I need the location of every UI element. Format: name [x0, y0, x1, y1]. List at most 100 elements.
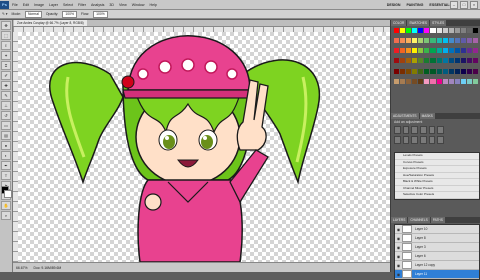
eraser-icon[interactable]: ▭ — [1, 121, 11, 130]
color-swatch[interactable] — [442, 78, 448, 84]
color-swatch[interactable] — [400, 38, 406, 44]
color-swatch[interactable] — [436, 78, 442, 84]
color-swatch[interactable] — [418, 38, 424, 44]
menu-filter[interactable]: Filter — [78, 3, 86, 7]
color-swatch[interactable] — [448, 78, 454, 84]
color-swatch[interactable] — [448, 48, 454, 54]
color-swatch[interactable] — [448, 28, 454, 33]
color-swatch[interactable] — [394, 28, 400, 33]
color-swatch[interactable] — [466, 78, 472, 84]
zoom-icon[interactable]: ⌕ — [1, 211, 11, 220]
layer-row[interactable]: ◉ Layer 8 — [395, 234, 479, 243]
move-icon[interactable]: ✥ — [1, 21, 11, 30]
color-swatch[interactable] — [454, 28, 460, 33]
color-swatch[interactable] — [472, 68, 478, 74]
color-swatch[interactable] — [442, 48, 448, 54]
close-icon[interactable]: × — [470, 1, 478, 9]
color-swatch[interactable] — [460, 58, 466, 64]
marquee-icon[interactable]: ⬚ — [1, 31, 11, 40]
color-swatch[interactable] — [394, 58, 400, 64]
tab-color[interactable]: COLOR — [391, 20, 407, 26]
menu-3d[interactable]: 3D — [109, 3, 114, 7]
curves-icon[interactable] — [411, 126, 418, 134]
color-swatch[interactable] — [400, 68, 406, 74]
color-swatch[interactable] — [418, 78, 424, 84]
color-swatch[interactable] — [442, 58, 448, 64]
exposure-icon[interactable] — [419, 126, 427, 134]
wand-icon[interactable]: ✦ — [1, 51, 11, 60]
color-swatch[interactable] — [406, 78, 412, 84]
brightness-icon[interactable] — [394, 126, 401, 134]
stamp-icon[interactable]: ⊥ — [1, 101, 11, 110]
color-swatch[interactable] — [466, 38, 472, 44]
color-swatch[interactable] — [454, 38, 460, 44]
color-swatch[interactable] — [454, 58, 460, 64]
eye-icon[interactable]: ◉ — [396, 272, 401, 277]
history-brush-icon[interactable]: ↺ — [1, 111, 11, 120]
color-swatch[interactable] — [436, 48, 442, 54]
color-swatch[interactable] — [412, 78, 418, 84]
color-swatch[interactable] — [442, 38, 448, 44]
maximize-icon[interactable]: □ — [460, 1, 468, 9]
document-tab[interactable]: Zoe Andes Cosplay @ 66.7% (Layer 8, RGB/… — [14, 20, 87, 26]
color-swatch[interactable] — [424, 48, 430, 54]
color-swatch[interactable] — [454, 48, 460, 54]
color-swatch[interactable] — [394, 48, 400, 54]
menu-window[interactable]: Window — [132, 3, 145, 7]
color-swatch[interactable] — [466, 48, 472, 54]
mode-select[interactable]: Normal — [24, 10, 42, 18]
color-swatch[interactable] — [430, 38, 436, 44]
color-swatch[interactable] — [424, 68, 430, 74]
color-swatch[interactable] — [442, 28, 448, 33]
eye-icon[interactable]: ◉ — [396, 245, 401, 250]
layer-row[interactable]: ◉ Layer 10 — [395, 225, 479, 234]
menu-file[interactable]: File — [12, 3, 18, 7]
color-swatch[interactable] — [436, 28, 442, 33]
color-swatch[interactable] — [406, 28, 412, 33]
tab-layers[interactable]: LAYERS — [391, 217, 408, 223]
color-swatch[interactable] — [406, 68, 412, 74]
gradient-icon[interactable]: ▤ — [1, 131, 11, 140]
color-swatch[interactable] — [460, 68, 466, 74]
tab-channels[interactable]: CHANNELS — [408, 217, 430, 223]
color-swatch[interactable] — [472, 28, 478, 33]
color-swatch[interactable] — [460, 38, 466, 44]
channel-mixer-icon[interactable] — [419, 136, 427, 144]
menu-help[interactable]: Help — [150, 3, 157, 7]
zoom-readout[interactable]: 66.67% — [16, 266, 28, 270]
menu-analysis[interactable]: Analysis — [91, 3, 104, 7]
color-swatch[interactable] — [430, 48, 436, 54]
workspace-design[interactable]: DESIGN — [387, 3, 401, 7]
color-swatch[interactable] — [424, 38, 430, 44]
tab-adjustments[interactable]: ADJUSTMENTS — [391, 113, 419, 119]
color-swatch[interactable] — [448, 38, 454, 44]
flow-field[interactable]: 100% — [93, 10, 108, 18]
color-swatch[interactable] — [400, 48, 406, 54]
levels-icon[interactable] — [402, 126, 410, 134]
color-swatch[interactable] — [436, 68, 442, 74]
color-swatch[interactable] — [460, 48, 466, 54]
hand-icon[interactable]: ✋ — [1, 201, 11, 210]
tab-masks[interactable]: MASKS — [419, 113, 435, 119]
color-swatch[interactable] — [412, 28, 418, 33]
color-swatch[interactable] — [412, 48, 418, 54]
workspace-painting[interactable]: PAINTING — [407, 3, 424, 7]
color-swatch[interactable] — [394, 68, 400, 74]
color-swatch[interactable] — [430, 28, 436, 33]
color-swatch[interactable] — [448, 68, 454, 74]
color-swatch[interactable] — [412, 38, 418, 44]
color-swatch[interactable] — [424, 28, 430, 33]
menu-image[interactable]: Image — [34, 3, 44, 7]
color-swatch[interactable] — [394, 38, 400, 44]
layer-row[interactable]: ◉ Layer 12 copy — [395, 261, 479, 270]
color-swatch[interactable] — [436, 38, 442, 44]
eye-icon[interactable]: ◉ — [396, 236, 401, 241]
color-swatch[interactable] — [412, 58, 418, 64]
color-swatch[interactable] — [412, 68, 418, 74]
color-swatch[interactable] — [466, 28, 472, 33]
color-swatch[interactable] — [418, 48, 424, 54]
menu-select[interactable]: Select — [63, 3, 73, 7]
invert-icon[interactable] — [428, 136, 436, 144]
color-swatch[interactable] — [418, 68, 424, 74]
eye-icon[interactable]: ◉ — [396, 254, 401, 259]
